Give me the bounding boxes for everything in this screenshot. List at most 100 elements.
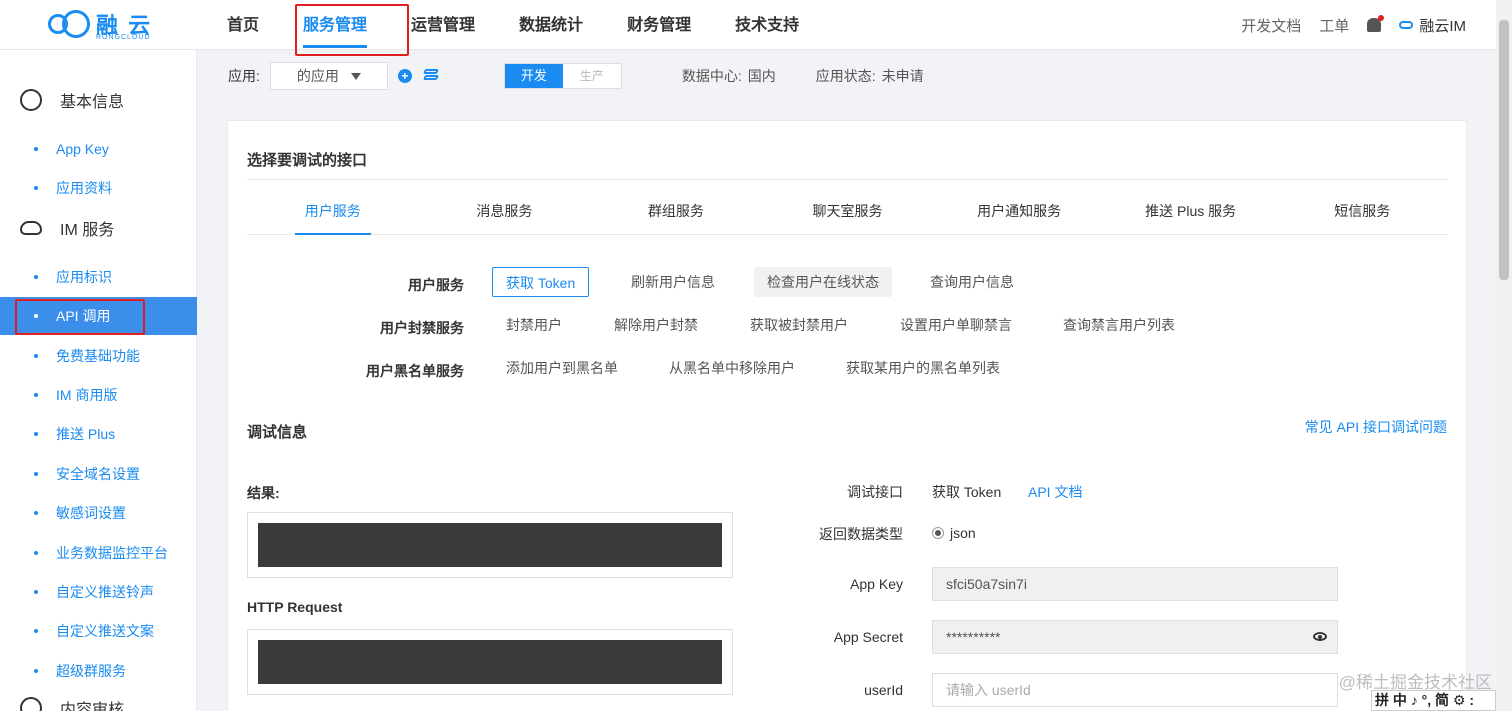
bullet-icon [34,472,38,476]
op-get-blacklist[interactable]: 获取某用户的黑名单列表 [846,353,1000,383]
list-circle-icon [20,89,42,111]
sidebar-item-ultra-group[interactable]: 超级群服务 [0,652,197,690]
sidebar-item-push-plus[interactable]: 推送 Plus [0,415,197,453]
tab-chatroom-service[interactable]: 聊天室服务 [762,181,934,234]
datacenter-value: 国内 [747,68,776,84]
endpoint-value: 获取 Token [932,484,1002,500]
bullet-icon [34,511,38,515]
tab-push-plus-service[interactable]: 推送 Plus 服务 [1105,181,1277,234]
nav-statistics[interactable]: 数据统计 [497,0,605,50]
tab-group-service[interactable]: 群组服务 [590,181,762,234]
tab-user-notify-service[interactable]: 用户通知服务 [933,181,1105,234]
top-navbar: 融 云 RONGCLOUD 首页 服务管理 运营管理 数据统计 财务管理 技术支… [0,0,1496,50]
bullet-icon [34,275,38,279]
op-check-online[interactable]: 检查用户在线状态 [754,267,892,297]
sidebar-group-label: 基本信息 [60,94,125,111]
sidebar-item-app-key[interactable]: App Key [0,130,197,168]
highlight-box-nav [295,4,409,56]
sidebar-item-label: 免费基础功能 [56,348,140,364]
sidebar-item-free-features[interactable]: 免费基础功能 [0,337,197,375]
nav-tech-support[interactable]: 技术支持 [713,0,821,50]
product-switch[interactable]: 融云IM [1399,15,1466,36]
op-query-muted[interactable]: 查询禁言用户列表 [1063,310,1175,340]
sidebar-item-label: 自定义推送铃声 [56,584,154,600]
bullet-icon [34,590,38,594]
env-toggle: 开发 生产 [503,63,622,89]
json-radio[interactable] [932,527,944,539]
docs-link[interactable]: 开发文档 [1241,15,1301,36]
sidebar-group-content[interactable]: 内容审核 [0,688,124,711]
op-query-user[interactable]: 查询用户信息 [930,267,1014,297]
bullet-icon [34,147,38,151]
sidebar-group-im[interactable]: IM 服务 [0,208,114,248]
appkey-label: App Key [850,576,903,592]
rongcloud-icon [1399,21,1414,29]
bullet-icon [34,354,38,358]
bullet-icon [34,186,38,190]
sidebar-item-data-monitor[interactable]: 业务数据监控平台 [0,534,197,572]
nav-home[interactable]: 首页 [205,0,281,50]
eye-icon[interactable] [1313,632,1327,641]
highlight-box-sidebar [15,299,145,335]
api-doc-link[interactable]: API 文档 [1028,482,1082,502]
op-set-mute[interactable]: 设置用户单聊禁言 [900,310,1012,340]
sidebar-item-app-id[interactable]: 应用标识 [0,258,197,296]
bullet-icon [34,432,38,436]
sidebar-item-im-commercial[interactable]: IM 商用版 [0,376,197,414]
sidebar-item-sensitive-words[interactable]: 敏感词设置 [0,494,197,532]
page-scrollbar[interactable] [1496,0,1512,711]
logo-ring-icon [62,10,90,38]
op-ban-user[interactable]: 封禁用户 [506,310,562,340]
app-status-label: 应用状态: [815,68,876,84]
bullet-icon [34,551,38,555]
userid-placeholder: 请输入 userId [946,682,1031,698]
rongcloud-logo[interactable]: 融 云 RONGCLOUD [48,8,158,42]
op-remove-blacklist[interactable]: 从黑名单中移除用户 [669,353,795,383]
sidebar-group-basic[interactable]: 基本信息 [0,80,124,120]
env-prod-button[interactable]: 生产 [562,64,621,88]
op-refresh-user[interactable]: 刷新用户信息 [631,267,715,297]
sidebar-group-label: IM 服务 [60,222,115,239]
row-label-blacklist-service: 用户黑名单服务 [366,363,464,379]
result-output [247,512,733,578]
scrollbar-thumb[interactable] [1499,20,1509,280]
layers-icon[interactable] [422,69,439,83]
ticket-link[interactable]: 工单 [1319,15,1349,36]
sidebar-item-push-ringtone[interactable]: 自定义推送铃声 [0,573,197,611]
app-select[interactable]: 的应用 [269,62,388,90]
sidebar-item-label: 推送 Plus [56,426,116,442]
bullet-icon [34,629,38,633]
endpoint-label: 调试接口 [847,484,903,500]
app-label: 应用: [228,68,260,84]
op-get-token[interactable]: 获取 Token [492,267,590,297]
sidebar-item-label: App Key [56,141,109,157]
op-get-banned[interactable]: 获取被封禁用户 [750,310,848,340]
tab-message-service[interactable]: 消息服务 [419,181,591,234]
ime-toolbar[interactable]: 拼 中 ♪ °, 简 ⚙ : [1371,690,1496,711]
sidebar-item-push-copy[interactable]: 自定义推送文案 [0,612,197,650]
sidebar-item-label: 应用标识 [56,269,112,285]
sidebar-item-app-profile[interactable]: 应用资料 [0,169,197,207]
tab-user-service[interactable]: 用户服务 [247,181,419,235]
userid-label: userId [864,682,903,698]
env-dev-button[interactable]: 开发 [504,64,563,88]
appsecret-value: ********** [946,629,1001,645]
op-add-blacklist[interactable]: 添加用户到黑名单 [506,353,618,383]
card-title: 选择要调试的接口 [247,152,368,169]
sidebar: 基本信息 App Key 应用资料 IM 服务 应用标识 API 调用 免费基础… [0,50,197,711]
add-app-icon[interactable]: + [397,69,412,83]
http-request-label: HTTP Request [247,599,343,615]
tab-sms-service[interactable]: 短信服务 [1276,181,1448,234]
api-faq-link[interactable]: 常见 API 接口调试问题 [1305,417,1447,437]
bell-icon[interactable] [1367,15,1385,32]
divider [247,179,1448,180]
sidebar-item-label: 安全域名设置 [56,466,140,482]
appkey-field: sfci50a7sin7i [932,567,1338,601]
op-unban-user[interactable]: 解除用户封禁 [614,310,698,340]
nav-finance[interactable]: 财务管理 [605,0,713,50]
app-toolbar: 应用: 的应用 + 开发 生产 数据中心: 国内 应用状态: 未申请 [197,50,1496,102]
sidebar-item-security-domain[interactable]: 安全域名设置 [0,455,197,493]
userid-input[interactable]: 请输入 userId [932,673,1338,707]
http-request-output [247,629,733,695]
bullet-icon [34,669,38,673]
